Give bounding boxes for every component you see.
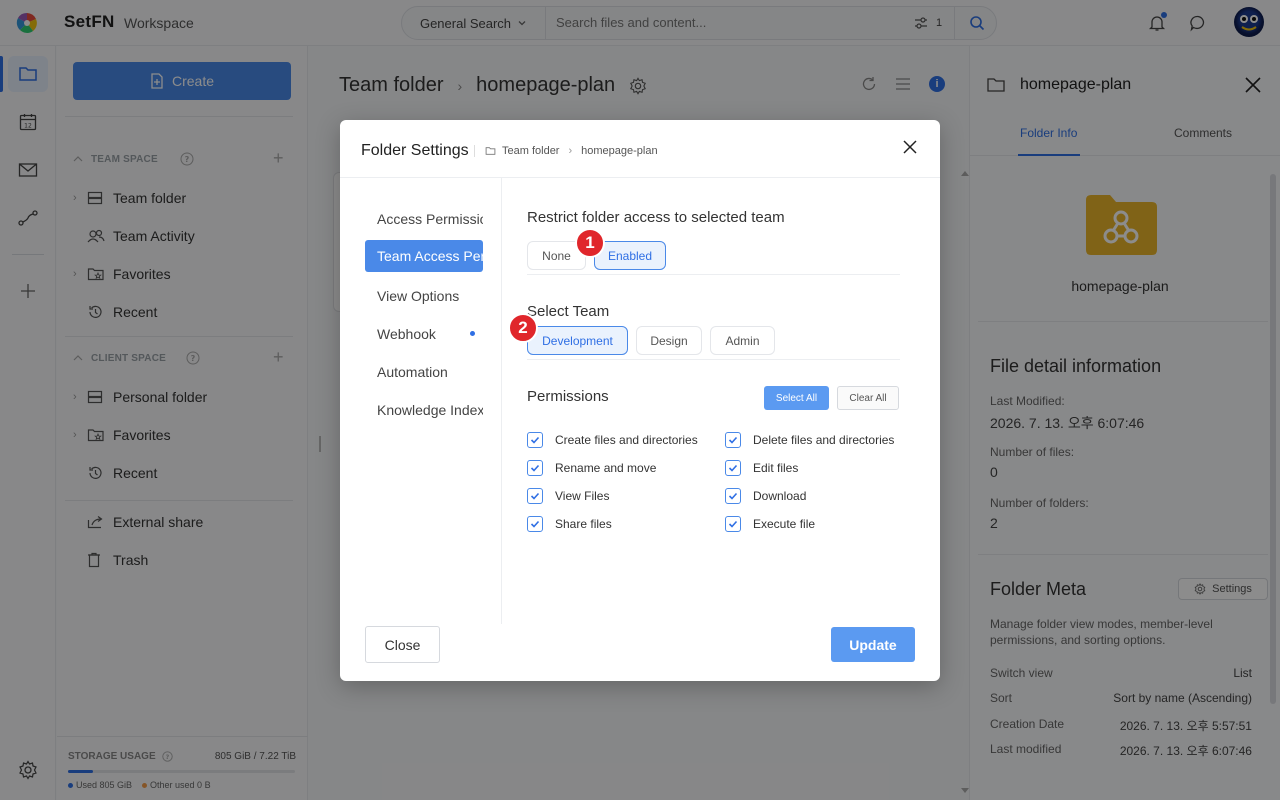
- checkbox[interactable]: [725, 460, 741, 476]
- permission-rename-and-move[interactable]: Rename and move: [527, 460, 656, 476]
- select-team-label: Select Team: [527, 303, 610, 320]
- permission-label: Rename and move: [555, 461, 657, 475]
- close-button[interactable]: Close: [365, 626, 440, 663]
- team-option-development[interactable]: Development: [527, 326, 628, 355]
- section-divider: [527, 359, 900, 360]
- nav-view-options[interactable]: View Options: [365, 280, 483, 312]
- update-button[interactable]: Update: [831, 627, 915, 662]
- checkbox[interactable]: [527, 516, 543, 532]
- select-all-button[interactable]: Select All: [764, 386, 829, 410]
- dialog-title: Folder Settings: [361, 142, 469, 159]
- checkmark-icon: [728, 520, 738, 528]
- checkbox[interactable]: [527, 488, 543, 504]
- team-option-admin[interactable]: Admin: [710, 326, 775, 355]
- dialog-breadcrumb-current: homepage-plan: [581, 145, 658, 157]
- close-icon: [903, 140, 917, 154]
- checkmark-icon: [530, 436, 540, 444]
- settings-nav: Access Permission Team Access Permission…: [340, 178, 502, 624]
- permission-edit-files[interactable]: Edit files: [725, 460, 798, 476]
- nav-automation[interactable]: Automation: [365, 356, 483, 388]
- team-option-design[interactable]: Design: [636, 326, 702, 355]
- checkbox[interactable]: [725, 432, 741, 448]
- permission-label: Download: [753, 489, 807, 503]
- checkbox[interactable]: [527, 432, 543, 448]
- dialog-close-button[interactable]: [899, 136, 921, 158]
- section-divider: [527, 274, 900, 275]
- permission-create-files-and-directories[interactable]: Create files and directories: [527, 432, 698, 448]
- permission-label: Share files: [555, 517, 612, 531]
- permission-delete-files-and-directories[interactable]: Delete files and directories: [725, 432, 894, 448]
- clear-all-button[interactable]: Clear All: [837, 386, 899, 410]
- nav-webhook-label: Webhook: [377, 326, 436, 342]
- permission-label: Create files and directories: [555, 433, 698, 447]
- permission-label: Execute file: [753, 517, 816, 531]
- restrict-access-label: Restrict folder access to selected team: [527, 209, 785, 226]
- checkmark-icon: [530, 492, 540, 500]
- permission-label: View Files: [555, 489, 610, 503]
- breadcrumb-separator: ›: [568, 145, 573, 157]
- dialog-breadcrumb: Team folder › homepage-plan: [474, 145, 658, 157]
- permission-download[interactable]: Download: [725, 488, 806, 504]
- permissions-label: Permissions: [527, 388, 609, 405]
- dialog-breadcrumb-root: Team folder: [502, 145, 560, 157]
- nav-webhook[interactable]: Webhook: [365, 318, 483, 350]
- step-badge-1: 1: [575, 228, 605, 258]
- permission-share-files[interactable]: Share files: [527, 516, 612, 532]
- checkmark-icon: [530, 464, 540, 472]
- dialog-header: Folder Settings Team folder › homepage-p…: [340, 120, 940, 178]
- nav-knowledge-index[interactable]: Knowledge Index: [365, 394, 483, 426]
- checkmark-icon: [728, 464, 738, 472]
- step-badge-2: 2: [508, 313, 538, 343]
- permission-label: Edit files: [753, 461, 799, 475]
- permission-label: Delete files and directories: [753, 433, 895, 447]
- checkmark-icon: [728, 436, 738, 444]
- permission-view-files[interactable]: View Files: [527, 488, 609, 504]
- folder-settings-dialog: Folder Settings Team folder › homepage-p…: [340, 120, 940, 681]
- checkmark-icon: [530, 520, 540, 528]
- webhook-status-dot: [470, 331, 475, 336]
- nav-team-access-permission[interactable]: Team Access Permission: [365, 240, 483, 272]
- checkmark-icon: [728, 492, 738, 500]
- permission-execute-file[interactable]: Execute file: [725, 516, 815, 532]
- nav-access-permission[interactable]: Access Permission: [365, 203, 483, 235]
- checkbox[interactable]: [725, 516, 741, 532]
- checkbox[interactable]: [725, 488, 741, 504]
- checkbox[interactable]: [527, 460, 543, 476]
- folder-icon: [485, 147, 496, 155]
